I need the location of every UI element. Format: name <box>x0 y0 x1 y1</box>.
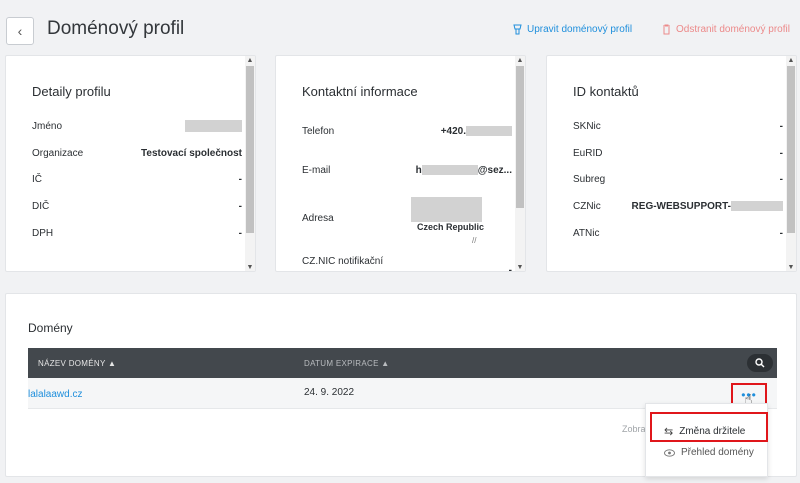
edit-profile-link[interactable]: Upravit doménový profil <box>513 24 632 35</box>
domains-table-header: NÁZEV DOMÉNY ▲ DATUM EXPIRACE ▲ <box>28 348 777 378</box>
eye-icon <box>664 448 675 457</box>
resize-handle-icon[interactable]: // <box>472 236 476 245</box>
menu-item-domain-overview[interactable]: Přehled domény <box>664 447 754 458</box>
detail-row-name: Jméno <box>32 118 242 134</box>
page-title: Doménový profil <box>47 18 185 39</box>
scroll-down-icon[interactable]: ▼ <box>245 263 255 271</box>
delete-profile-label: Odstranit doménový profil <box>676 24 790 35</box>
id-row-subreg: Subreg - <box>573 173 783 185</box>
expiry-date: 24. 9. 2022 <box>304 387 355 398</box>
trash-icon <box>663 24 670 35</box>
profile-details-title: Detaily profilu <box>32 84 111 99</box>
detail-row-org: Organizace Testovací společnost <box>32 147 242 159</box>
search-icon <box>755 358 765 368</box>
detail-row-dph: DPH - <box>32 227 242 239</box>
redacted-value <box>185 120 242 132</box>
id-row-cznic: CZNic REG-WEBSUPPORT- <box>573 198 783 214</box>
profile-details-card: Detaily profilu Jméno Organizace Testova… <box>5 55 256 272</box>
edit-profile-label: Upravit doménový profil <box>527 24 633 35</box>
search-button[interactable] <box>747 354 773 372</box>
redacted-value <box>731 200 783 211</box>
swap-arrows-icon: ⇆ <box>664 426 674 438</box>
menu-item-change-holder[interactable]: ⇆ Změna držitele <box>664 425 745 438</box>
id-row-atnic: ATNic - <box>573 227 783 239</box>
detail-row-ic: IČ - <box>32 173 242 185</box>
domain-link[interactable]: lalalaawd.cz <box>28 389 82 400</box>
edit-icon <box>513 24 522 35</box>
redacted-value <box>421 164 478 175</box>
show-more-text[interactable]: Zobra <box>622 424 646 434</box>
redacted-value <box>466 125 512 136</box>
id-row-sknic: SKNic - <box>573 120 783 132</box>
contact-row-email: E-mail h @sez... <box>302 164 512 176</box>
contact-ids-title: ID kontaktů <box>573 84 639 99</box>
delete-profile-link[interactable]: Odstranit doménový profil <box>662 24 790 35</box>
contact-row-phone: Telefon +420. <box>302 123 512 139</box>
contact-info-card: Kontaktní informace Telefon +420. E-mail… <box>275 55 526 272</box>
scroll-up-icon[interactable]: ▲ <box>245 56 255 66</box>
card-scrollbar[interactable]: ▲ ▼ <box>515 56 525 271</box>
address-country: Czech Republic <box>416 222 484 232</box>
scroll-up-icon[interactable]: ▲ <box>786 56 796 66</box>
contact-row-notification: CZ.NIC notifikační - <box>302 255 512 272</box>
domains-title: Domény <box>28 321 73 335</box>
card-scrollbar[interactable]: ▲ ▼ <box>245 56 255 271</box>
id-row-eurid: EuRID - <box>573 147 783 159</box>
page-header: ‹ Doménový profil Upravit doménový profi… <box>0 0 800 60</box>
scroll-thumb[interactable] <box>246 66 254 233</box>
menu-item-label: Změna držitele <box>679 426 746 437</box>
menu-item-label: Přehled domény <box>681 447 754 458</box>
scroll-thumb[interactable] <box>516 66 524 208</box>
scroll-down-icon[interactable]: ▼ <box>786 263 796 271</box>
col-expiry-date[interactable]: DATUM EXPIRACE ▲ <box>304 359 389 368</box>
back-button[interactable]: ‹ <box>6 17 34 45</box>
card-scrollbar[interactable]: ▲ ▼ <box>786 56 796 271</box>
actions-dropdown: ⇆ Změna držitele Přehled domény <box>645 403 768 477</box>
contact-ids-card: ID kontaktů SKNic - EuRID - Subreg - CZN… <box>546 55 797 272</box>
scroll-up-icon[interactable]: ▲ <box>515 56 525 66</box>
detail-row-dic: DIČ - <box>32 200 242 212</box>
contact-info-title: Kontaktní informace <box>302 84 418 99</box>
col-domain-name[interactable]: NÁZEV DOMÉNY ▲ <box>38 359 116 368</box>
chevron-left-icon: ‹ <box>17 23 23 39</box>
scroll-thumb[interactable] <box>787 66 795 233</box>
scroll-down-icon[interactable]: ▼ <box>515 263 525 271</box>
redacted-address <box>411 197 482 222</box>
